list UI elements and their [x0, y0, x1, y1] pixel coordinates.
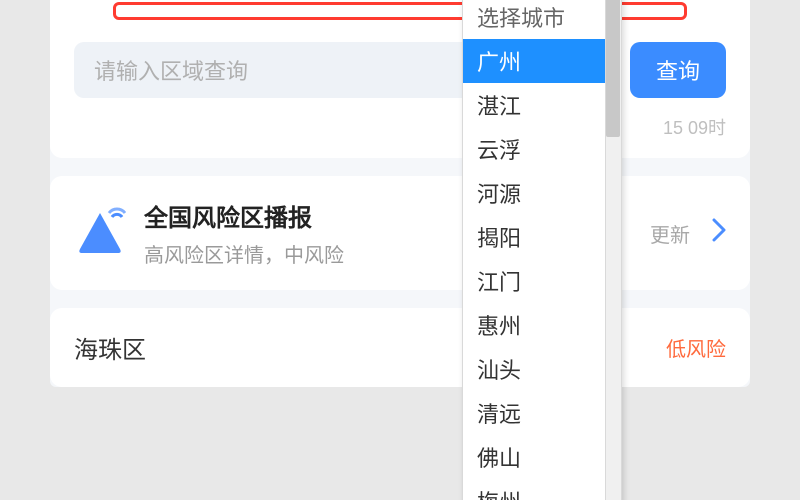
dropdown-option[interactable]: 湛江 — [463, 83, 607, 127]
dropdown-option[interactable]: 梅州 — [463, 479, 607, 500]
city-dropdown[interactable]: 选择城市 广州湛江云浮河源揭阳江门惠州汕头清远佛山梅州 — [462, 0, 622, 500]
broadcast-trailing: 更新 — [650, 219, 690, 248]
query-button[interactable]: 查询 — [630, 42, 726, 98]
search-card: 请输入区域查询 查询 更新 15 09时 — [50, 0, 750, 158]
alert-triangle-icon — [74, 207, 126, 259]
dropdown-option[interactable]: 河源 — [463, 171, 607, 215]
dropdown-option[interactable]: 佛山 — [463, 435, 607, 479]
district-name: 海珠区 — [74, 330, 146, 365]
dropdown-option[interactable]: 广州 — [463, 39, 607, 83]
district-card[interactable]: 海珠区 低风险 — [50, 308, 750, 387]
dropdown-option[interactable]: 揭阳 — [463, 215, 607, 259]
scrollbar-thumb[interactable] — [606, 0, 620, 137]
query-button-label: 查询 — [656, 54, 700, 86]
dropdown-header: 选择城市 — [463, 0, 607, 39]
dropdown-option[interactable]: 江门 — [463, 259, 607, 303]
dropdown-option[interactable]: 惠州 — [463, 303, 607, 347]
chevron-right-icon — [712, 217, 726, 249]
search-placeholder: 请输入区域查询 — [94, 54, 248, 86]
dropdown-option[interactable]: 汕头 — [463, 347, 607, 391]
broadcast-card[interactable]: 全国风险区播报 高风险区详情，中风险 更新 — [50, 176, 750, 290]
dropdown-option[interactable]: 云浮 — [463, 127, 607, 171]
dropdown-option[interactable]: 清远 — [463, 391, 607, 435]
update-time-value: 15 09时 — [663, 118, 726, 138]
update-timestamp: 更新 15 09时 — [74, 114, 726, 140]
risk-level-badge: 低风险 — [666, 333, 726, 362]
dropdown-scrollbar[interactable] — [605, 0, 621, 500]
